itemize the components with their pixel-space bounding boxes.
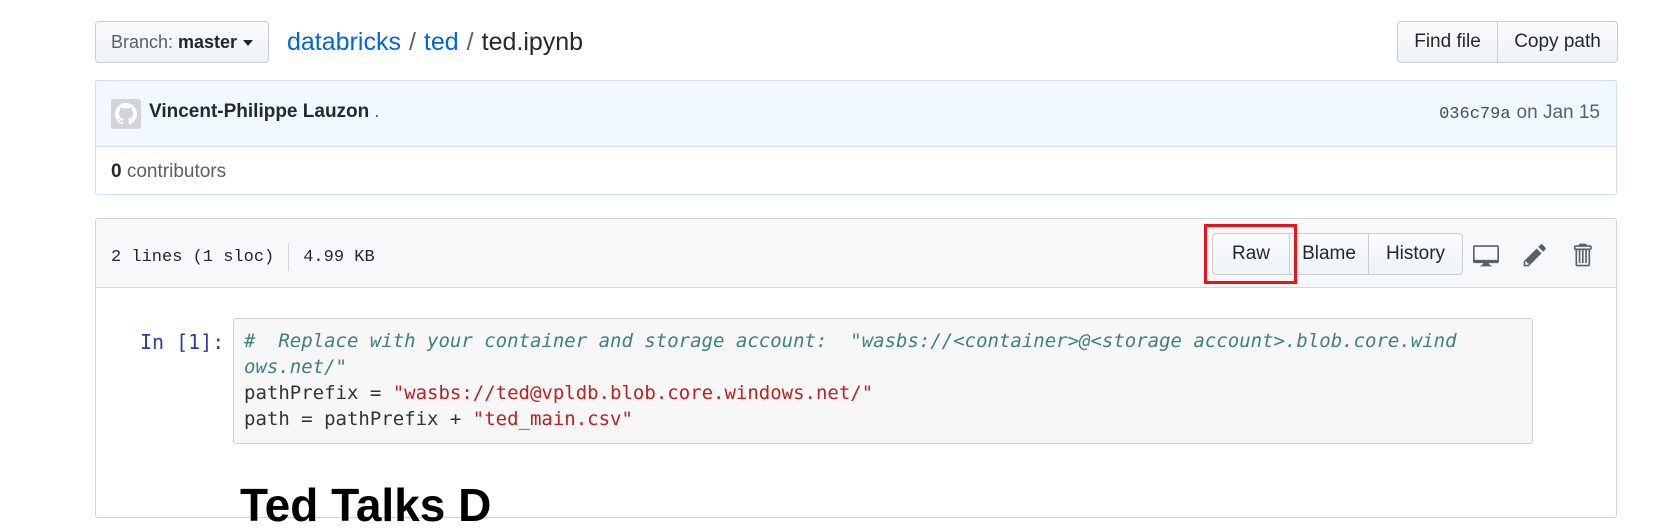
blame-button[interactable]: Blame xyxy=(1289,233,1369,275)
pencil-icon[interactable] xyxy=(1521,241,1549,269)
breadcrumb-repo-owner[interactable]: databricks xyxy=(287,28,401,56)
contributors-label: contributors xyxy=(126,161,227,182)
caret-down-icon xyxy=(243,40,254,46)
commit-tease: Vincent-Philippe Lauzon. 036c79a on Jan 1… xyxy=(95,80,1617,195)
history-button[interactable]: History xyxy=(1368,233,1463,275)
branch-label: Branch: xyxy=(110,31,173,52)
branch-value: master xyxy=(178,31,238,52)
commit-author-link[interactable]: Vincent-Philippe Lauzon. xyxy=(149,101,380,123)
file-header: 2 lines (1 sloc) 4.99 KB Raw Blame Histo… xyxy=(96,219,1616,288)
code-comment-line-2: ows.net/" xyxy=(244,356,347,378)
code-cell: # Replace with your container and storag… xyxy=(233,318,1533,444)
commit-header: Vincent-Philippe Lauzon. 036c79a on Jan 1… xyxy=(96,81,1616,147)
raw-button[interactable]: Raw xyxy=(1212,233,1290,275)
contributors-count: 0 xyxy=(111,161,122,182)
contributors-summary: 0 contributors xyxy=(111,161,226,183)
commit-date: on Jan 15 xyxy=(1516,102,1600,123)
code-string-3: "wasbs://ted@vpldb.blob.core.windows.net… xyxy=(392,382,874,404)
commit-sha-link[interactable]: 036c79a xyxy=(1439,105,1510,124)
octocat-avatar-icon[interactable] xyxy=(111,99,141,129)
code-string-4: "ted_main.csv" xyxy=(472,408,633,430)
file-size: 4.99 KB xyxy=(303,247,375,267)
commit-author-suffix: . xyxy=(374,101,380,122)
breadcrumb-folder[interactable]: ted xyxy=(424,28,459,56)
notebook-heading: Ted Talks D xyxy=(240,479,492,531)
file-lines: 2 lines (1 sloc) xyxy=(111,247,275,267)
breadcrumb-separator: / xyxy=(408,28,416,56)
cell-prompt: In [1]: xyxy=(140,330,225,354)
file-info: 2 lines (1 sloc) 4.99 KB xyxy=(111,243,375,271)
copy-path-button[interactable]: Copy path xyxy=(1497,21,1618,63)
find-file-button[interactable]: Find file xyxy=(1397,21,1498,63)
trash-icon[interactable] xyxy=(1568,241,1596,269)
breadcrumb-separator: / xyxy=(466,28,474,56)
file-info-divider xyxy=(288,243,290,271)
code-comment-line-1: # Replace with your container and storag… xyxy=(244,330,1457,352)
breadcrumb-file: ted.ipynb xyxy=(481,28,584,56)
desktop-icon[interactable] xyxy=(1472,241,1500,269)
breadcrumb: databricks / ted / ted.ipynb xyxy=(287,25,583,59)
branch-select-button[interactable]: Branch: master xyxy=(95,21,269,63)
code-line-3: pathPrefix = xyxy=(244,382,393,404)
commit-author: Vincent-Philippe Lauzon xyxy=(149,101,370,122)
code-line-4: path = pathPrefix + xyxy=(244,408,473,430)
commit-meta: 036c79a on Jan 15 xyxy=(1439,102,1600,124)
